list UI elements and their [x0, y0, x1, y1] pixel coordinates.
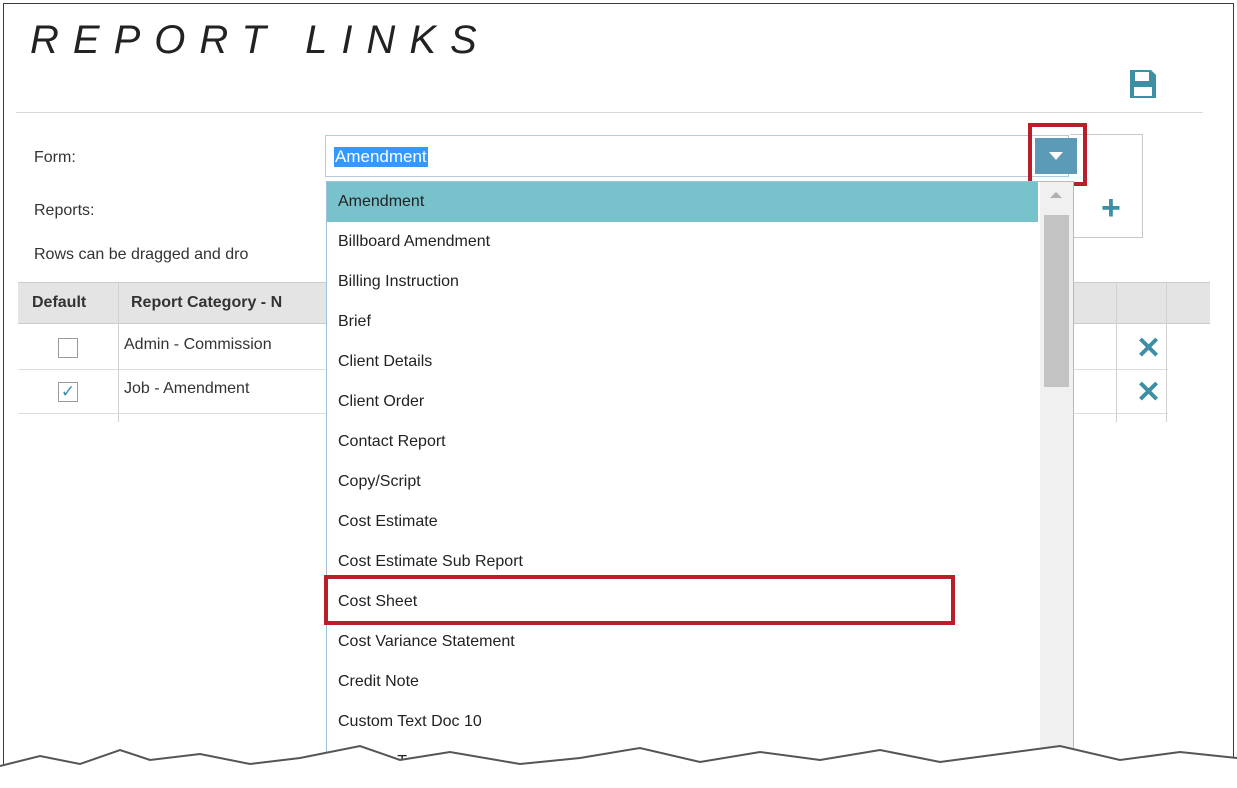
- dropdown-option[interactable]: Contact Report: [327, 422, 1038, 462]
- reports-label: Reports:: [34, 202, 95, 219]
- form-select[interactable]: Amendment: [325, 135, 1069, 177]
- dropdown-option[interactable]: Billing Instruction: [327, 262, 1038, 302]
- scrollbar[interactable]: [1040, 182, 1073, 784]
- dropdown-option[interactable]: Cost Estimate: [327, 502, 1038, 542]
- dropdown-option[interactable]: Amendment: [327, 182, 1038, 222]
- close-icon[interactable]: ✕: [1136, 378, 1161, 408]
- page-title: REPORT LINKS: [30, 18, 491, 62]
- dropdown-option[interactable]: Brief: [327, 302, 1038, 342]
- header-report-category: Report Category - N: [131, 294, 283, 311]
- scroll-up-icon[interactable]: [1050, 192, 1062, 198]
- default-checkbox[interactable]: ✓: [58, 382, 78, 402]
- dropdown-option[interactable]: Cost Variance Statement: [327, 622, 1038, 662]
- form-label: Form:: [34, 149, 76, 166]
- dropdown-option[interactable]: Copy/Script: [327, 462, 1038, 502]
- close-icon[interactable]: ✕: [1136, 334, 1161, 364]
- torn-edge: [0, 744, 1237, 788]
- form-dropdown-list[interactable]: Amendment Billboard Amendment Billing In…: [326, 181, 1074, 784]
- dropdown-option[interactable]: Credit Note: [327, 662, 1038, 702]
- default-checkbox[interactable]: [58, 338, 78, 358]
- scrollbar-thumb[interactable]: [1044, 215, 1069, 387]
- form-select-value: Amendment: [334, 147, 428, 167]
- drag-hint: Rows can be dragged and dro: [34, 246, 249, 263]
- report-name: Job - Amendment: [124, 380, 250, 397]
- dropdown-option[interactable]: Client Order: [327, 382, 1038, 422]
- report-name: Admin - Commission: [124, 336, 272, 353]
- save-icon[interactable]: [1128, 68, 1158, 100]
- cost-sheet-highlight: [324, 575, 955, 625]
- plus-icon[interactable]: +: [1101, 191, 1121, 225]
- header-default: Default: [32, 294, 87, 311]
- report-links-panel: REPORT LINKS Form: Reports: Rows can be …: [3, 3, 1234, 785]
- dropdown-button-highlight: [1028, 123, 1087, 186]
- divider: [16, 112, 1203, 113]
- dropdown-option[interactable]: Client Details: [327, 342, 1038, 382]
- dropdown-option[interactable]: Billboard Amendment: [327, 222, 1038, 262]
